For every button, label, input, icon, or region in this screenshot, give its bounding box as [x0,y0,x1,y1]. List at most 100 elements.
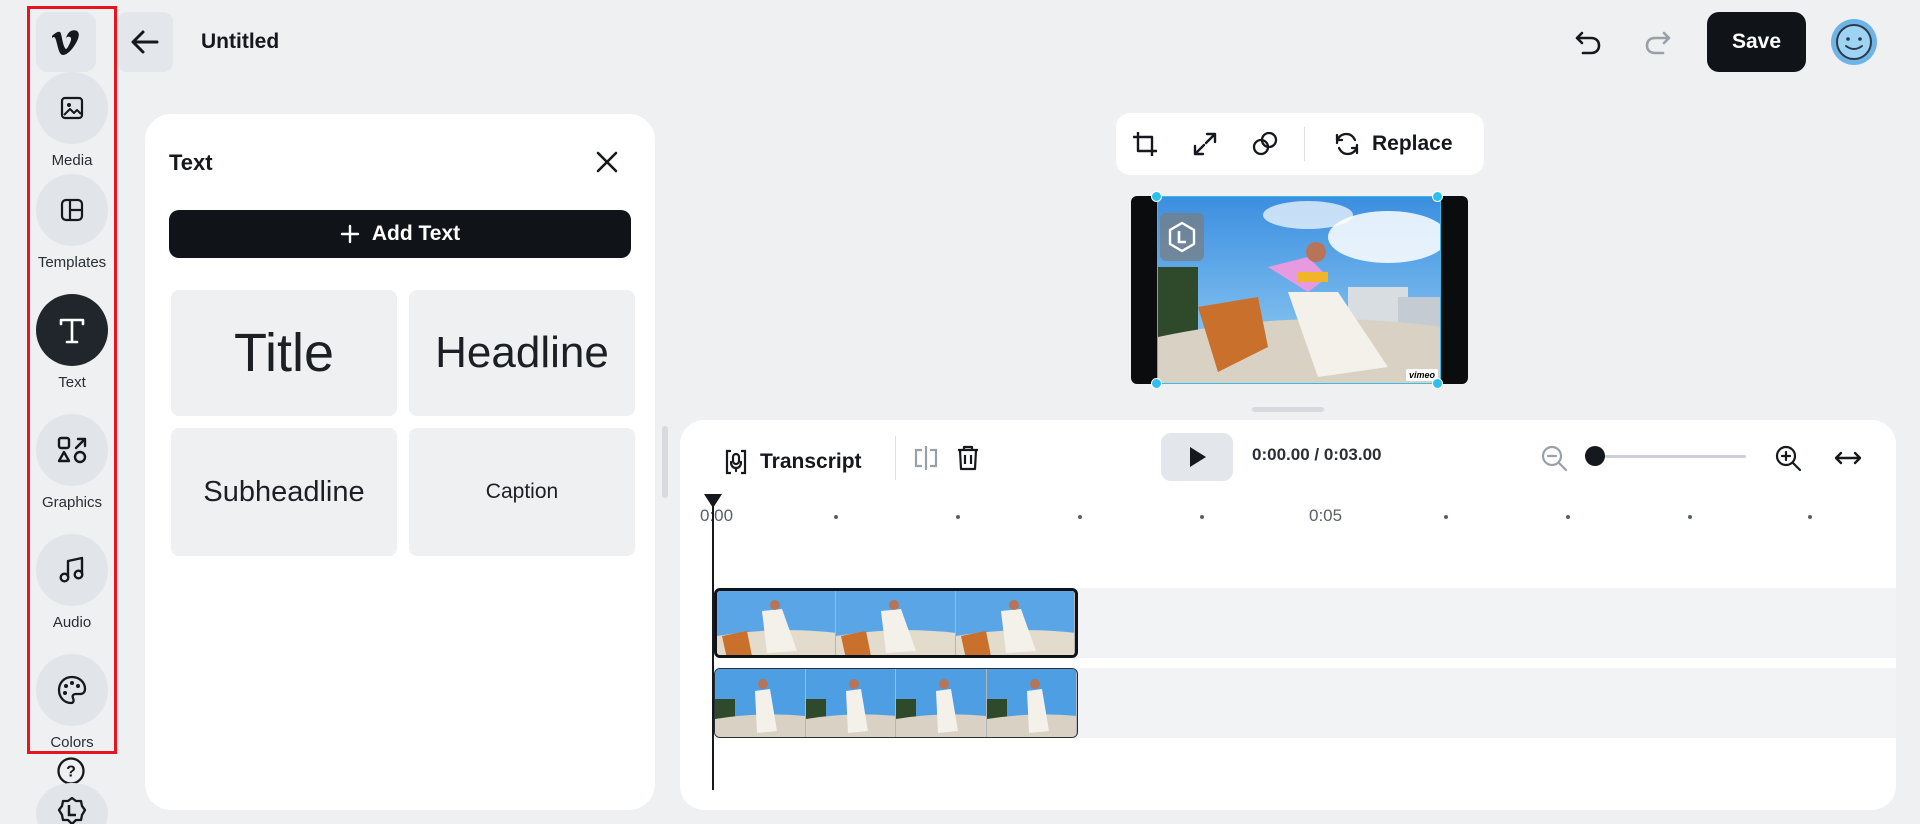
text-style-headline[interactable]: Headline [409,290,635,416]
ruler-tick [1200,515,1204,519]
plus-icon [340,224,360,244]
sidebar-item-label: Graphics [41,494,103,511]
close-panel-button[interactable] [591,146,623,178]
sidebar-item-text[interactable]: Text [30,294,114,391]
save-button[interactable]: Save [1707,12,1806,72]
panel-resize-handle[interactable] [662,426,668,498]
fit-timeline-button[interactable] [1832,442,1864,474]
zoom-slider-knob[interactable] [1585,446,1605,466]
crop-button[interactable] [1130,129,1160,159]
split-icon [914,446,938,470]
ruler-tick [1566,515,1570,519]
play-button[interactable] [1161,433,1233,481]
badge-icon [57,796,87,824]
playhead-handle[interactable] [704,494,722,508]
transcript-button[interactable]: Transcript [722,440,862,484]
mask-icon [1252,131,1278,156]
replace-button[interactable]: Replace [1334,125,1453,163]
panel-title: Text [169,150,213,175]
horizontal-arrows-icon [1834,451,1862,465]
text-style-subheadline[interactable]: Subheadline [171,428,397,556]
ruler-tick [1808,515,1812,519]
timeline-toolbar-divider [895,436,896,480]
sidebar-item-label: Text [58,374,86,391]
text-style-label: Caption [485,480,559,503]
zoom-in-button[interactable] [1772,442,1804,474]
avatar[interactable] [1831,19,1877,65]
timeline-resize-handle[interactable] [1252,407,1324,412]
expand-icon [1193,132,1217,156]
sidebar-item-audio[interactable]: Audio [30,534,114,631]
timeline-panel: Transcript 0:00.00 / 0:03.00 0:00 0:05 [680,420,1896,810]
expand-button[interactable] [1190,129,1220,159]
ruler-label: 0:00 [700,506,734,525]
crop-icon [1133,132,1157,156]
zoom-slider-track[interactable] [1598,455,1746,458]
sidebar-item-graphics[interactable]: Graphics [30,414,114,511]
timecode-display: 0:00.00 / 0:03.00 [1252,445,1382,464]
brand-badge-button[interactable] [36,783,108,824]
play-icon [1190,447,1206,467]
text-style-label: Title [233,323,334,383]
video-clip[interactable] [714,668,1078,738]
vimeo-logo-icon [52,30,79,55]
playhead-line[interactable] [712,502,714,790]
text-style-caption[interactable]: Caption [409,428,635,556]
delete-button[interactable] [952,442,984,474]
layout-icon [60,198,84,222]
back-button[interactable] [117,12,173,72]
sidebar-item-label: Templates [37,254,107,271]
sidebar-item-templates[interactable]: Templates [30,174,114,271]
resize-handle-bottom-right[interactable] [1432,378,1443,389]
replace-label: Replace [1372,132,1453,155]
zoom-in-icon [1775,445,1802,472]
transcript-label: Transcript [760,450,862,473]
shapes-icon [57,436,87,464]
ruler-label: 0:05 [1309,506,1343,525]
music-icon [59,556,84,583]
selected-clip[interactable] [714,588,1078,658]
transcript-icon [725,449,747,475]
ruler-tick [1688,515,1692,519]
question-circle-icon: ? [57,757,85,785]
toolbar-divider [1304,127,1305,161]
zoom-out-button[interactable] [1538,442,1570,474]
preview-frame-image[interactable]: vimeo [1157,196,1441,384]
redo-button[interactable] [1636,20,1680,64]
ruler-tick [1444,515,1448,519]
refresh-icon [1335,132,1359,156]
text-icon [59,318,85,344]
resize-handle-top-right[interactable] [1432,191,1443,202]
preview-toolbar: Replace [1116,113,1484,175]
sidebar-item-label: Media [51,152,93,169]
add-text-label: Add Text [371,222,461,245]
text-panel: Text Add Text Title Headline Subheadline… [145,114,655,810]
sidebar-item-colors[interactable]: Colors [30,654,114,751]
text-style-title[interactable]: Title [171,290,397,416]
watermark-logo-icon [1160,213,1204,261]
mask-button[interactable] [1250,129,1280,159]
split-button[interactable] [910,442,942,474]
sidebar-item-label: Audio [52,614,92,631]
resize-handle-bottom-left[interactable] [1151,378,1162,389]
sidebar-item-media[interactable]: Media [30,72,114,169]
ruler-tick [956,515,960,519]
video-preview[interactable]: vimeo [1131,191,1468,389]
resize-handle-top-left[interactable] [1151,191,1162,202]
image-icon [60,96,84,120]
project-title[interactable]: Untitled [201,30,279,54]
close-icon [596,151,618,173]
text-style-label: Subheadline [203,475,365,508]
vimeo-logo-button[interactable] [36,12,96,72]
add-text-button[interactable]: Add Text [169,210,631,258]
ruler-tick [1078,515,1082,519]
help-glyph: ? [66,764,76,781]
sidebar-item-label: Colors [50,734,94,751]
ruler-tick [834,515,838,519]
palette-icon [57,675,87,705]
redo-icon [1645,31,1671,55]
text-style-label: Headline [435,328,609,377]
undo-button[interactable] [1566,20,1610,64]
smiley-avatar-icon [1836,24,1872,60]
arrow-left-icon [131,30,159,54]
